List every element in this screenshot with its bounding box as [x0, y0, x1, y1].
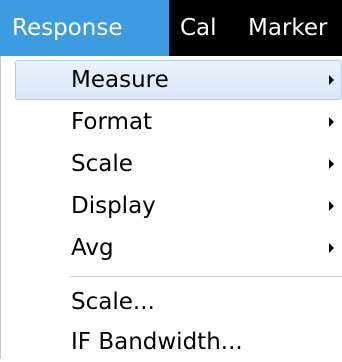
- menu-item-format[interactable]: Format: [15, 102, 342, 142]
- menu-item-label: Scale...: [71, 289, 155, 315]
- menu-item-display[interactable]: Display: [15, 186, 342, 226]
- menu-item-scale[interactable]: Scale: [15, 144, 342, 184]
- menu-item-label: Scale: [71, 151, 133, 177]
- submenu-arrow-icon: [329, 201, 334, 211]
- menu-item-label: Display: [71, 193, 156, 219]
- menu-item-avg[interactable]: Avg: [15, 228, 342, 268]
- response-dropdown-menu: Measure Format Scale Display Avg Scale..…: [0, 56, 342, 359]
- submenu-arrow-icon: [329, 117, 334, 127]
- submenu-arrow-icon: [329, 159, 334, 169]
- submenu-arrow-icon: [329, 243, 334, 253]
- menu-item-scale-dialog[interactable]: Scale...: [15, 282, 342, 322]
- menu-item-label: Measure: [71, 67, 169, 93]
- menu-bar: Response Cal Marker: [0, 0, 342, 56]
- menu-item-label: IF Bandwidth...: [71, 329, 243, 355]
- menu-cal[interactable]: Cal: [180, 0, 217, 56]
- menu-item-measure[interactable]: Measure: [15, 60, 342, 100]
- submenu-arrow-icon: [329, 75, 334, 85]
- menu-item-if-bandwidth[interactable]: IF Bandwidth...: [15, 322, 342, 362]
- menu-response[interactable]: Response: [0, 0, 169, 56]
- menu-item-label: Avg: [71, 235, 114, 261]
- menu-separator: [69, 276, 342, 277]
- menu-marker[interactable]: Marker: [248, 0, 328, 56]
- menu-item-label: Format: [71, 109, 153, 135]
